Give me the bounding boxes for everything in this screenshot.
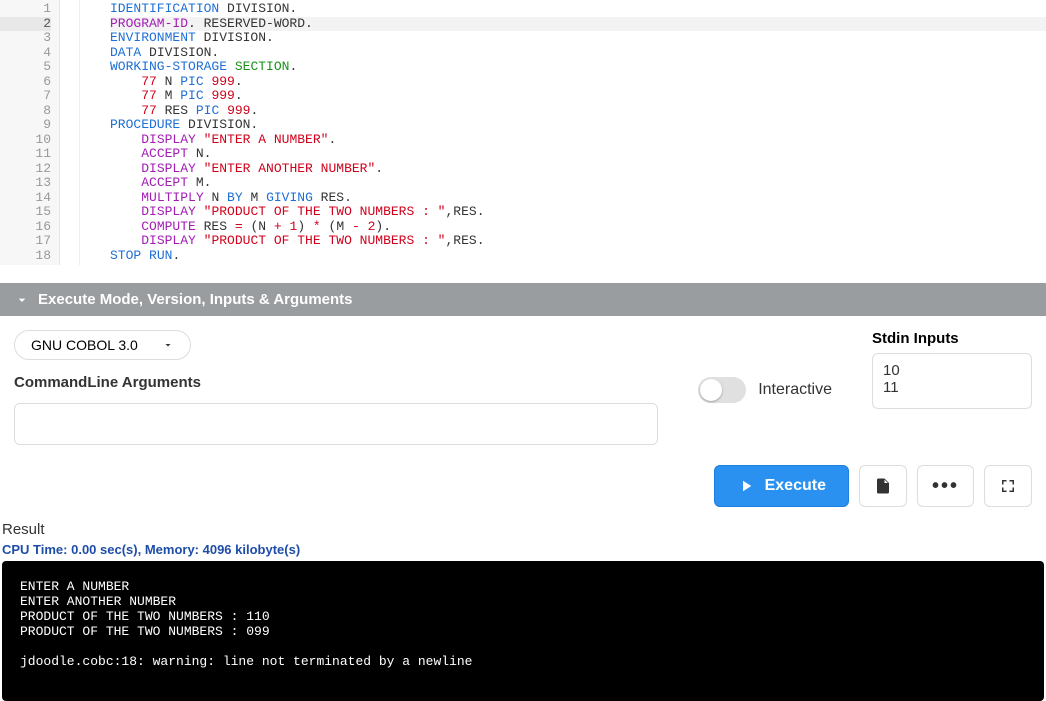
chevron-down-icon xyxy=(14,292,30,308)
code-editor[interactable]: 123456789101112131415161718 IDENTIFICATI… xyxy=(0,0,1046,265)
code-line[interactable]: ACCEPT N. xyxy=(110,147,1046,162)
fullscreen-button[interactable] xyxy=(984,465,1032,507)
version-select-label: GNU COBOL 3.0 xyxy=(31,337,138,353)
line-number: 6 xyxy=(0,75,51,90)
interactive-label: Interactive xyxy=(758,381,832,399)
more-button[interactable]: ••• xyxy=(917,465,974,507)
line-number: 18 xyxy=(0,249,51,264)
line-number: 17 xyxy=(0,234,51,249)
stdin-input[interactable]: 10 11 xyxy=(872,353,1032,409)
line-number: 12 xyxy=(0,162,51,177)
code-line[interactable]: ACCEPT M. xyxy=(110,176,1046,191)
code-line[interactable]: MULTIPLY N BY M GIVING RES. xyxy=(110,191,1046,206)
terminal-output[interactable]: ENTER A NUMBER ENTER ANOTHER NUMBER PROD… xyxy=(2,561,1044,701)
line-number: 2 xyxy=(0,17,51,32)
line-number: 13 xyxy=(0,176,51,191)
code-line[interactable]: COMPUTE RES = (N + 1) * (M - 2). xyxy=(110,220,1046,235)
line-number: 7 xyxy=(0,89,51,104)
play-icon xyxy=(737,477,755,495)
line-number: 3 xyxy=(0,31,51,46)
exec-panel-header[interactable]: Execute Mode, Version, Inputs & Argument… xyxy=(0,283,1046,316)
cmdline-label: CommandLine Arguments xyxy=(14,374,658,391)
code-line[interactable]: 77 RES PIC 999. xyxy=(110,104,1046,119)
code-line[interactable]: WORKING-STORAGE SECTION. xyxy=(110,60,1046,75)
code-line[interactable]: ENVIRONMENT DIVISION. xyxy=(110,31,1046,46)
line-gutter: 123456789101112131415161718 xyxy=(0,0,60,265)
controls-row: GNU COBOL 3.0 CommandLine Arguments Inte… xyxy=(0,316,1046,459)
execute-button[interactable]: Execute xyxy=(714,465,849,507)
code-content[interactable]: IDENTIFICATION DIVISION.PROGRAM-ID. RESE… xyxy=(80,0,1046,265)
result-label: Result xyxy=(0,521,1046,542)
line-number: 14 xyxy=(0,191,51,206)
line-number: 10 xyxy=(0,133,51,148)
fold-margin xyxy=(60,0,80,265)
line-number: 5 xyxy=(0,60,51,75)
line-number: 1 xyxy=(0,2,51,17)
line-number: 11 xyxy=(0,147,51,162)
code-line[interactable]: STOP RUN. xyxy=(110,249,1046,264)
code-line[interactable]: DATA DIVISION. xyxy=(110,46,1046,61)
code-line[interactable]: DISPLAY "ENTER A NUMBER". xyxy=(110,133,1046,148)
line-number: 4 xyxy=(0,46,51,61)
file-upload-icon xyxy=(874,477,892,495)
code-line[interactable]: IDENTIFICATION DIVISION. xyxy=(110,2,1046,17)
fullscreen-icon xyxy=(999,477,1017,495)
line-number: 15 xyxy=(0,205,51,220)
code-line[interactable]: 77 M PIC 999. xyxy=(110,89,1046,104)
line-number: 8 xyxy=(0,104,51,119)
code-line[interactable]: 77 N PIC 999. xyxy=(110,75,1046,90)
action-bar: Execute ••• xyxy=(0,459,1046,521)
code-line[interactable]: PROCEDURE DIVISION. xyxy=(110,118,1046,133)
upload-button[interactable] xyxy=(859,465,907,507)
code-line[interactable]: DISPLAY "ENTER ANOTHER NUMBER". xyxy=(110,162,1046,177)
cmdline-input[interactable] xyxy=(14,403,658,445)
line-number: 16 xyxy=(0,220,51,235)
code-line[interactable]: DISPLAY "PRODUCT OF THE TWO NUMBERS : ",… xyxy=(110,234,1046,249)
interactive-toggle[interactable] xyxy=(698,377,746,403)
ellipsis-icon: ••• xyxy=(932,475,959,498)
result-stats: CPU Time: 0.00 sec(s), Memory: 4096 kilo… xyxy=(0,542,1046,561)
stdin-label: Stdin Inputs xyxy=(872,330,1032,347)
code-line[interactable]: PROGRAM-ID. RESERVED-WORD. xyxy=(110,17,1046,32)
code-line[interactable]: DISPLAY "PRODUCT OF THE TWO NUMBERS : ",… xyxy=(110,205,1046,220)
chevron-down-icon xyxy=(162,339,174,351)
panel-title: Execute Mode, Version, Inputs & Argument… xyxy=(38,291,353,308)
line-number: 9 xyxy=(0,118,51,133)
execute-label: Execute xyxy=(765,477,826,495)
version-select[interactable]: GNU COBOL 3.0 xyxy=(14,330,191,360)
